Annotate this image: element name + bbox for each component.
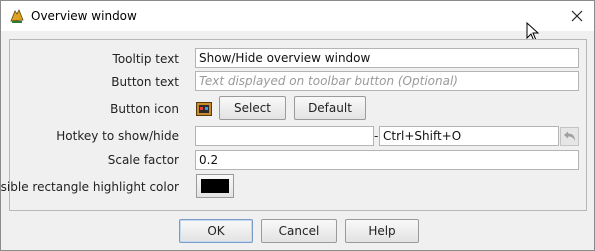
cancel-button[interactable]: Cancel [261, 219, 337, 243]
app-logo-icon [10, 9, 24, 23]
highlight-color-button[interactable] [196, 174, 234, 198]
tooltip-label: Tooltip text [112, 52, 179, 66]
button-text-field[interactable]: Text displayed on toolbar button (Option… [195, 71, 579, 91]
highlight-color-label: Visible rectangle highlight color [0, 180, 179, 194]
scale-factor-field[interactable]: 0.2 [195, 150, 579, 170]
tooltip-text-field[interactable]: Show/Hide overview window [195, 48, 579, 68]
hotkey-default-field: Ctrl+Shift+O [379, 126, 559, 146]
highlight-color-swatch [201, 179, 229, 193]
close-icon [571, 10, 583, 22]
toolbar-icon-preview-icon [196, 102, 212, 116]
help-button[interactable]: Help [345, 219, 419, 243]
default-icon-button[interactable]: Default [294, 96, 366, 120]
overview-window-dialog: Overview window Tooltip text Show/Hide o… [0, 0, 595, 251]
scale-factor-label: Scale factor [107, 153, 179, 167]
title-bar[interactable]: Overview window [1, 1, 594, 31]
reset-hotkey-button[interactable] [560, 127, 579, 146]
window-title: Overview window [31, 9, 137, 23]
undo-arrow-icon [564, 131, 575, 141]
hotkey-label: Hotkey to show/hide [56, 129, 179, 143]
select-icon-button[interactable]: Select [219, 96, 286, 120]
hotkey-separator: - [374, 129, 379, 143]
hotkey-input[interactable] [195, 126, 374, 146]
button-icon-label: Button icon [110, 102, 179, 116]
close-button[interactable] [560, 1, 594, 31]
settings-panel: Tooltip text Show/Hide overview window B… [0, 39, 587, 211]
ok-button[interactable]: OK [179, 219, 253, 243]
button-text-label: Button text [111, 75, 179, 89]
